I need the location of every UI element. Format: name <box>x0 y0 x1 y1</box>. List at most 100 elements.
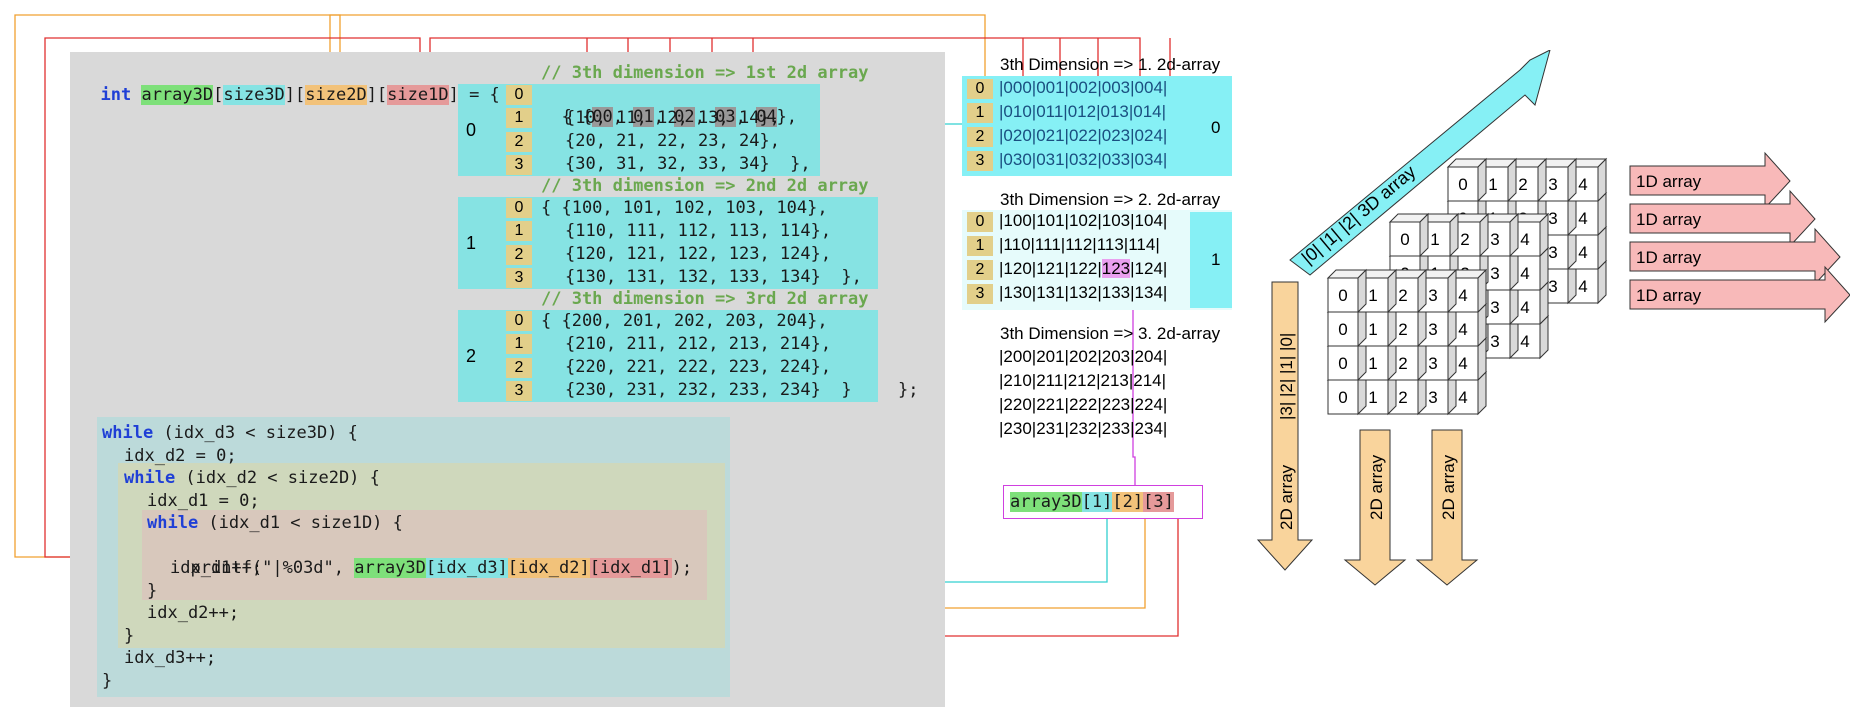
cube-cell-label: 2 <box>1398 388 1407 407</box>
svg-text:1D array: 1D array <box>1636 286 1702 305</box>
cube-cell-label: 1 <box>1368 354 1377 373</box>
cube-cell-label: 0 <box>1338 286 1347 305</box>
cube-cell-label: 3 <box>1548 277 1557 296</box>
mem1-row-3: |030|031|032|033|034| <box>999 150 1168 169</box>
cube-cell-label: 3 <box>1548 243 1557 262</box>
cube-cell-label: 4 <box>1458 320 1467 339</box>
printf-idx-d3: [idx_d3] <box>425 558 508 578</box>
cube-cell-label: 1 <box>1368 388 1377 407</box>
b0-row-2: {20, 21, 22, 23, 24}, <box>565 131 780 151</box>
mem2-idx-2: 2 <box>967 260 993 280</box>
cube-cell-label: 4 <box>1578 277 1587 296</box>
mem3-row-3: |230|231|232|233|234| <box>999 419 1168 438</box>
size1d-token: size1D <box>387 85 449 105</box>
mem1-idx-3: 3 <box>967 151 993 171</box>
cube-cell-label: 4 <box>1578 243 1587 262</box>
mem1-idx-1: 1 <box>967 103 993 123</box>
mem3-row-2: |220|221|222|223|224| <box>999 395 1168 414</box>
cube-diagram: |0| |1| |2| 3D array |3| |2| |1| |0| 2D … <box>1256 50 1850 586</box>
while-3-line: while (idx_d3 < size3D) { <box>102 423 358 443</box>
arrows-1d: 1D array 1D array 1D array 1D array <box>1629 151 1850 324</box>
mem3-row-1: |210|211|212|213|214| <box>999 371 1167 390</box>
row-index-b2-2: 2 <box>506 358 532 378</box>
mem-title-3: 3th Dimension => 3. 2d-array <box>1000 324 1221 343</box>
cube-cell-label: 4 <box>1520 298 1529 317</box>
svg-text:1D array: 1D array <box>1636 172 1702 191</box>
cube-cell-label: 2 <box>1398 286 1407 305</box>
cube-cell-label: 3 <box>1490 230 1499 249</box>
cube-cell-label: 1 <box>1488 175 1497 194</box>
row-index-b0-1: 1 <box>506 108 532 128</box>
cube-cell-label: 4 <box>1578 209 1587 228</box>
cube-cell-label: 4 <box>1520 230 1529 249</box>
printf-idx-d2: [idx_d2] <box>507 558 590 578</box>
row-index-b1-3: 3 <box>506 268 532 288</box>
row-index-b0-2: 2 <box>506 132 532 152</box>
inc-d2-line: idx_d2++; <box>147 603 240 623</box>
cube-cell-label: 4 <box>1458 354 1467 373</box>
comment-2: // 3th dimension => 2nd 2d array <box>541 176 869 196</box>
comment-3: // 3th dimension => 3rd 2d array <box>541 289 869 309</box>
access-expression: array3D[1][2][3] <box>1010 492 1174 512</box>
cube-cell-label: 4 <box>1520 332 1529 351</box>
cube-cell-label: 0 <box>1338 320 1347 339</box>
close-1-line: } <box>147 581 158 601</box>
while-1-line: while (idx_d1 < size1D) { <box>147 513 403 533</box>
while-2-line: while (idx_d2 < size2D) { <box>124 468 380 488</box>
cube-cell-label: 3 <box>1490 298 1499 317</box>
inc-d1-line: idx_d1++; <box>170 558 263 578</box>
row-index-b2-3: 3 <box>506 381 532 401</box>
cube-cell-label: 2 <box>1398 354 1407 373</box>
close-2-line: } <box>124 626 135 646</box>
mem2-idx-3: 3 <box>967 284 993 304</box>
mem1-idx-2: 2 <box>967 127 993 147</box>
cube-cell-label: 1 <box>1368 320 1377 339</box>
b2-row-2: {220, 221, 222, 223, 224}, <box>565 357 832 377</box>
mem3-row-0: |200|201|202|203|204| <box>999 347 1168 366</box>
mem1-row-1: |010|011|012|013|014| <box>999 102 1167 121</box>
svg-text:1D array: 1D array <box>1636 248 1702 267</box>
mem2-row-3: |130|131|132|133|134| <box>999 283 1168 302</box>
mem2-row-0: |100|101|102|103|104| <box>999 211 1168 230</box>
arrow-2d-label: 2D array <box>1277 464 1296 530</box>
cube-cell-label: 2 <box>1460 230 1469 249</box>
row-index-b1-0: 0 <box>506 198 532 218</box>
cube-front-layers: 4321043210432104321043210432104321043210 <box>1326 212 1550 416</box>
mem-title-2: 3th Dimension => 2. 2d-array <box>1000 190 1221 209</box>
comment-1: // 3th dimension => 1st 2d array <box>541 63 869 83</box>
inc-d3-line: idx_d3++; <box>124 648 217 668</box>
cube-cell-label: 3 <box>1428 388 1437 407</box>
mem-side-label-1: 0 <box>1211 118 1221 137</box>
cube-cell-label: 2 <box>1398 320 1407 339</box>
block-label-2: 2 <box>466 346 477 366</box>
mem2-idx-1: 1 <box>967 236 993 256</box>
init-d1-line: idx_d1 = 0; <box>147 491 260 511</box>
b1-row-1: {110, 111, 112, 113, 114}, <box>565 221 832 241</box>
close-3-line: } <box>102 671 113 691</box>
mem1-idx-0: 0 <box>967 79 993 99</box>
cube-cell-label: 4 <box>1458 286 1467 305</box>
access-expression-box: array3D[1][2][3] <box>1003 485 1203 519</box>
mem2-row-2: |120|121|122|123|124| <box>999 259 1168 278</box>
cube-cell-label: 3 <box>1490 332 1499 351</box>
svg-text:2D array: 2D array <box>1439 454 1458 520</box>
cube-cell-label: 4 <box>1578 175 1587 194</box>
b1-row-0: { {100, 101, 102, 103, 104}, <box>541 198 828 218</box>
cube-cell-label: 3 <box>1428 286 1437 305</box>
block-label-1: 1 <box>466 233 477 253</box>
mem1-row-2: |020|021|022|023|024| <box>999 126 1168 145</box>
row-index-b2-1: 1 <box>506 334 532 354</box>
b2-row-0: { {200, 201, 202, 203, 204}, <box>541 311 828 331</box>
b2-row-3: {230, 231, 232, 233, 234} } <box>565 380 852 400</box>
cube-cell-label: 4 <box>1520 264 1529 283</box>
cube-cell-label: 3 <box>1490 264 1499 283</box>
cube-cell-label: 2 <box>1518 175 1527 194</box>
int-keyword: int <box>100 85 132 105</box>
cube-cell: 0 <box>1446 157 1488 203</box>
cube-cell-label: 0 <box>1400 230 1409 249</box>
mem1-row-0: |000|001|002|003|004| <box>999 78 1168 97</box>
cube-layer-front: 4 3 2 1 0 4 3 2 1 0 4 3 2 1 0 4 3 2 1 0 <box>1326 268 1488 416</box>
cube-cell-label: 3 <box>1548 175 1557 194</box>
cube-cell-label: 0 <box>1338 388 1347 407</box>
arrow-2d-right: 2D array <box>1415 429 1479 586</box>
